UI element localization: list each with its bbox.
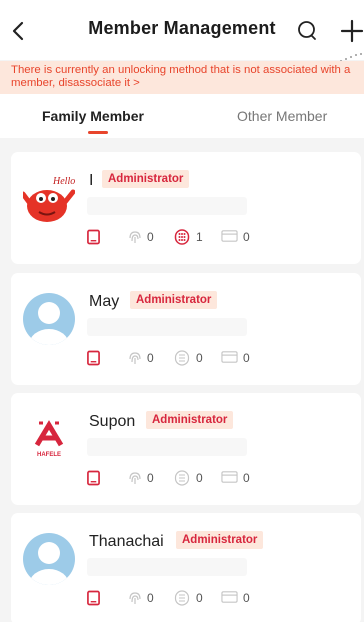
- member-tabs: Family Member Other Member: [0, 94, 364, 138]
- administrator-badge: Administrator: [102, 170, 190, 188]
- fingerprint-icon: [129, 352, 141, 364]
- card-key-icon: [87, 470, 100, 486]
- search-icon[interactable]: [296, 19, 320, 43]
- member-card[interactable]: Thanachai Administrator 0 0 0: [11, 513, 361, 622]
- header-bar: Member Management: [0, 0, 364, 65]
- unassociated-unlock-banner[interactable]: There is currently an unlocking method t…: [0, 61, 364, 94]
- administrator-badge: Administrator: [146, 411, 234, 429]
- active-tab-indicator: [88, 131, 108, 134]
- member-card[interactable]: HAFELE Supon Administrator 0 0 0: [11, 393, 361, 505]
- administrator-badge: Administrator: [176, 531, 264, 549]
- fingerprint-count: 0: [147, 230, 154, 244]
- nfc-card-icon: [221, 591, 238, 603]
- avatar-hello-text: Hello: [52, 176, 75, 187]
- member-name: May: [89, 293, 120, 310]
- password-count: 0: [196, 351, 203, 365]
- fingerprint-count: 0: [147, 351, 154, 365]
- plus-icon[interactable]: [340, 18, 364, 44]
- card-key-icon: [87, 590, 100, 606]
- password-keypad-icon: [174, 590, 190, 606]
- administrator-badge: Administrator: [130, 291, 218, 309]
- password-keypad-icon: [174, 470, 190, 486]
- nfc-count: 0: [243, 351, 250, 365]
- banner-text: There is currently an unlocking method t…: [11, 64, 351, 89]
- unlock-methods-row: 0 1 0: [87, 227, 347, 247]
- unlock-methods-row: 0 0 0: [87, 588, 347, 608]
- member-card[interactable]: Hello I Administrator 0 1 0: [11, 152, 361, 264]
- member-detail-placeholder: [87, 558, 247, 576]
- fingerprint-icon: [129, 472, 141, 484]
- tab-family-member[interactable]: Family Member: [42, 108, 144, 124]
- tab-other-member[interactable]: Other Member: [237, 108, 327, 124]
- password-count: 0: [196, 591, 203, 605]
- member-name: I: [89, 172, 94, 189]
- unlock-methods-row: 0 0 0: [87, 348, 347, 368]
- hafele-logo-avatar: HAFELE: [23, 413, 75, 465]
- nfc-count: 0: [243, 591, 250, 605]
- member-name: Thanachai: [89, 533, 164, 550]
- member-card[interactable]: May Administrator 0 0 0: [11, 273, 361, 385]
- fingerprint-count: 0: [147, 591, 154, 605]
- member-detail-placeholder: [87, 318, 247, 336]
- password-count: 1: [196, 230, 203, 244]
- nfc-count: 0: [243, 230, 250, 244]
- nfc-card-icon: [221, 351, 238, 363]
- member-detail-placeholder: [87, 197, 247, 215]
- unlock-methods-row: 0 0 0: [87, 468, 347, 488]
- fingerprint-count: 0: [147, 471, 154, 485]
- password-keypad-icon: [174, 350, 190, 366]
- nfc-card-icon: [221, 471, 238, 483]
- default-person-avatar: [23, 293, 75, 345]
- default-person-avatar: [23, 533, 75, 585]
- fingerprint-icon: [129, 231, 141, 243]
- cartoon-crab-hello-avatar: Hello: [23, 176, 75, 222]
- member-detail-placeholder: [87, 438, 247, 456]
- member-name: Supon: [89, 413, 136, 430]
- card-key-icon: [87, 229, 100, 245]
- fingerprint-icon: [129, 592, 141, 604]
- nfc-card-icon: [221, 230, 238, 242]
- password-count: 0: [196, 471, 203, 485]
- card-key-icon: [87, 350, 100, 366]
- nfc-count: 0: [243, 471, 250, 485]
- password-keypad-icon: [174, 229, 190, 245]
- avatar-hafele-text: HAFELE: [37, 452, 61, 458]
